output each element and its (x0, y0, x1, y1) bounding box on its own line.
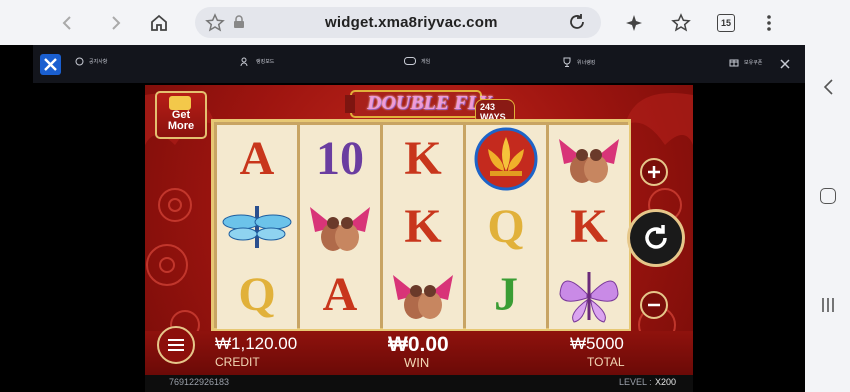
bookmark-star-icon[interactable] (205, 13, 225, 38)
system-nav-bar (805, 45, 850, 392)
more-menu-icon[interactable] (755, 9, 783, 37)
get-more-line2: More (167, 120, 195, 132)
game-title-banner: DOUBLE FLY 243 WAYS (345, 87, 515, 125)
slot-game: DOUBLE FLY 243 WAYS Get More A Q 10 A K … (145, 85, 693, 375)
credit-label: CREDIT (215, 355, 260, 369)
hamburger-icon (168, 339, 184, 351)
left-margin (0, 45, 33, 392)
credit-value: ₩1,120.00 (215, 334, 298, 353)
symbol-k: K (570, 200, 608, 253)
symbol-10: 10 (316, 132, 364, 185)
dragonfly-icon (217, 193, 297, 261)
game-footer: 769122926183 LEVEL : X200 (145, 375, 693, 392)
plus-icon (648, 166, 660, 178)
reel-4: Q J (466, 125, 546, 329)
site-logo[interactable] (40, 54, 61, 75)
symbol-q: Q (238, 268, 276, 321)
nav-recents-icon[interactable] (821, 297, 835, 318)
win-value: ₩0.00 (388, 333, 449, 356)
game-round-id: 769122926183 (169, 377, 230, 387)
back-icon[interactable] (54, 9, 82, 37)
nav-coupon-label: 보유쿠폰 (744, 59, 763, 66)
symbol-a: A (322, 268, 358, 321)
nav-ranking[interactable]: 랭킹보드 (240, 57, 274, 66)
symbol-a: A (239, 132, 275, 185)
tab-count: 15 (717, 14, 735, 32)
reel-2: 10 A (300, 125, 380, 329)
total-bet-label: TOTAL (587, 355, 625, 369)
game-title: DOUBLE FLY (367, 92, 492, 114)
forward-icon[interactable] (101, 9, 129, 37)
address-bar[interactable]: widget.xma8riyvac.com (195, 7, 601, 38)
bird-pair-icon (300, 193, 380, 261)
browser-toolbar: widget.xma8riyvac.com 15 (0, 0, 850, 45)
site-header: 공지사항 랭킹보드 게임 위너랭킹 보유쿠폰 (33, 45, 805, 83)
nav-winner[interactable]: 위너랭킹 (562, 57, 595, 67)
reel-frame: A Q 10 A K K Q J K (211, 119, 631, 331)
menu-button[interactable] (157, 326, 195, 364)
bird-pair-icon (383, 261, 463, 329)
bird-pair-icon (549, 125, 629, 193)
spin-button[interactable] (627, 209, 685, 267)
lotus-icon (466, 125, 546, 193)
increase-bet-button[interactable] (640, 158, 668, 186)
nav-notice-label: 공지사항 (89, 59, 108, 65)
butterfly-icon (549, 261, 629, 329)
reload-icon[interactable] (567, 12, 587, 37)
nav-home-icon[interactable] (820, 188, 836, 204)
symbol-j: J (494, 268, 518, 321)
reel-1: A Q (217, 125, 297, 329)
level-label: LEVEL : (619, 377, 652, 387)
reel-5: K (549, 125, 629, 329)
nav-game-label: 게임 (421, 58, 431, 65)
nav-coupon[interactable]: 보유쿠폰 (729, 57, 762, 67)
decrease-bet-button[interactable] (640, 291, 668, 319)
nav-game[interactable]: 게임 (404, 57, 430, 65)
gift-icon (169, 96, 191, 110)
total-bet-value: ₩5000 (570, 334, 624, 353)
nav-back-icon[interactable] (822, 78, 834, 101)
lock-icon (233, 15, 245, 34)
nav-winner-label: 위너랭킹 (577, 59, 596, 66)
tabs-icon[interactable]: 15 (712, 9, 740, 37)
status-bar: ₩1,120.00 CREDIT ₩0.00 WIN ₩5000 TOTAL (145, 326, 693, 375)
close-icon[interactable] (779, 57, 791, 75)
level-value: X200 (655, 377, 677, 387)
home-icon[interactable] (145, 9, 173, 37)
favorite-add-icon[interactable] (667, 9, 695, 37)
nav-ranking-label: 랭킹보드 (256, 59, 275, 65)
win-label: WIN (404, 355, 430, 370)
sparkle-icon[interactable] (621, 9, 649, 37)
url-text: widget.xma8riyvac.com (325, 14, 498, 31)
symbol-k: K (404, 132, 442, 185)
minus-icon (648, 303, 660, 307)
symbol-q: Q (487, 200, 525, 253)
nav-notice[interactable]: 공지사항 (75, 57, 107, 66)
spin-icon (645, 225, 667, 249)
reel-3: K K (383, 125, 463, 329)
get-more-button[interactable]: Get More (155, 91, 207, 139)
symbol-k: K (404, 200, 442, 253)
